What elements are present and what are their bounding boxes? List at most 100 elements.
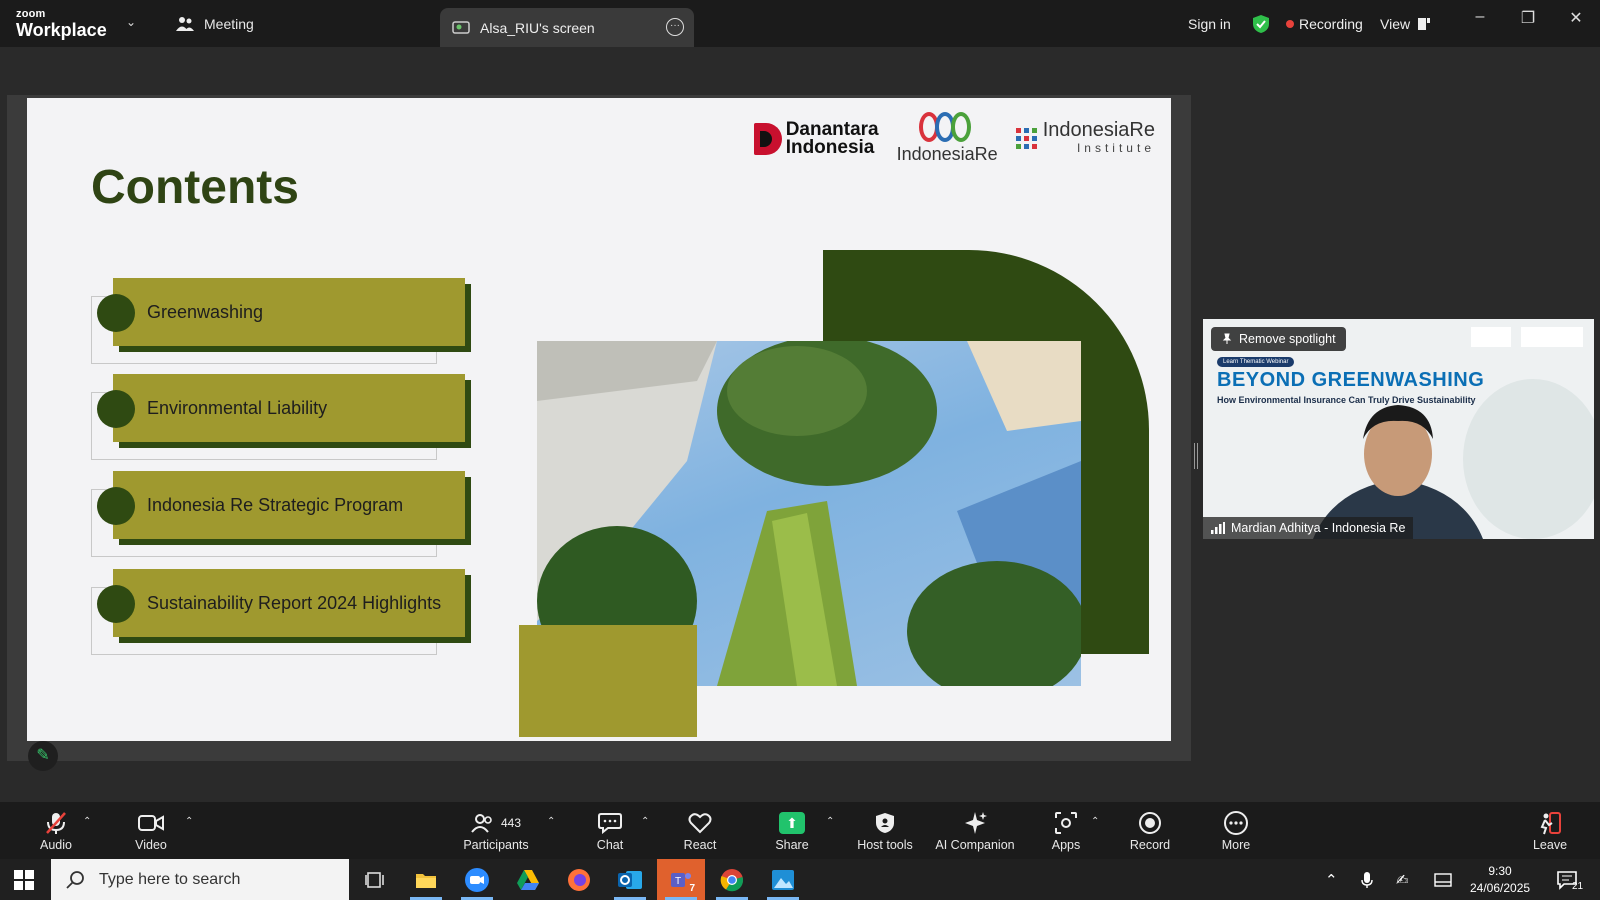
system-clock[interactable]: 9:30 24/06/2025	[1470, 863, 1530, 897]
video-options-chevron-icon[interactable]: ⌃	[185, 816, 193, 827]
notifications-icon[interactable]: 21	[1556, 859, 1583, 900]
webinar-tag: Learn Thematic Webinar	[1217, 357, 1295, 367]
heart-icon	[688, 810, 712, 836]
dot-grid-icon	[1015, 128, 1037, 149]
view-layout-icon	[1418, 18, 1431, 30]
participants-options-chevron-icon[interactable]: ⌃	[547, 816, 555, 827]
close-icon[interactable]: ✕	[1561, 8, 1591, 28]
leave-icon	[1538, 810, 1562, 836]
contents-item-label: Sustainability Report 2024 Highlights	[147, 592, 442, 613]
minimize-icon[interactable]: –	[1465, 8, 1495, 26]
share-button[interactable]: ⬆ Share	[772, 802, 812, 859]
ai-companion-button[interactable]: AI Companion	[930, 802, 1020, 859]
people-icon	[176, 17, 194, 31]
teams-icon[interactable]: T 7	[657, 859, 705, 900]
host-tools-button[interactable]: Host tools	[853, 802, 917, 859]
shield-icon	[875, 810, 895, 836]
audio-options-chevron-icon[interactable]: ⌃	[83, 816, 91, 827]
microphone-tray-icon[interactable]	[1361, 859, 1373, 900]
tab-meeting[interactable]: Meeting	[176, 12, 254, 36]
chat-button[interactable]: Chat	[590, 802, 630, 859]
contents-item-label: Greenwashing	[147, 301, 264, 322]
pen-tray-icon[interactable]: ✍	[1396, 859, 1409, 900]
recording-label: Recording	[1299, 16, 1363, 32]
contents-item: Indonesia Re Strategic Program	[91, 471, 471, 561]
react-button[interactable]: React	[680, 802, 720, 859]
share-options-chevron-icon[interactable]: ⌃	[826, 816, 834, 827]
teams-badge: 7	[689, 883, 695, 894]
chevron-down-icon[interactable]: ⌄	[126, 15, 136, 29]
more-label: More	[1221, 837, 1251, 852]
annotate-pen-icon[interactable]: ✎	[28, 741, 58, 771]
video-label: Video	[135, 837, 167, 852]
zoom-app-icon[interactable]	[453, 859, 501, 900]
svg-text:T: T	[675, 876, 681, 887]
participants-button[interactable]: 443 Participants	[458, 802, 534, 859]
tab-meeting-label: Meeting	[204, 16, 254, 32]
slide-title: Contents	[91, 161, 299, 214]
file-explorer-icon[interactable]	[402, 859, 450, 900]
more-dots-icon	[1223, 810, 1249, 836]
zoom-logo: zoom Workplace	[16, 9, 107, 40]
share-label: Share	[775, 837, 809, 852]
photos-app-icon[interactable]	[759, 859, 807, 900]
task-view-icon[interactable]	[351, 859, 399, 900]
taskbar-search-box[interactable]: Type here to search	[51, 859, 349, 900]
tab-shared-screen[interactable]: Alsa_RIU's screen ···	[440, 8, 694, 47]
record-button[interactable]: Record	[1128, 802, 1172, 859]
windows-start-icon[interactable]	[14, 870, 34, 890]
view-button[interactable]: View	[1380, 12, 1431, 36]
danantara-line2: Indonesia	[785, 136, 875, 158]
camera-icon	[138, 810, 164, 836]
apps-icon	[1054, 810, 1078, 836]
chat-options-chevron-icon[interactable]: ⌃	[641, 816, 649, 827]
tab-shared-screen-label: Alsa_RIU's screen	[480, 19, 595, 36]
contents-item: Greenwashing	[91, 278, 471, 368]
show-hidden-icons-chevron-icon[interactable]: ⌃	[1325, 859, 1338, 900]
shield-check-icon[interactable]	[1252, 12, 1270, 36]
contents-item: Environmental Liability	[91, 374, 471, 464]
more-button[interactable]: More	[1216, 802, 1256, 859]
audio-button[interactable]: Audio	[34, 802, 78, 859]
slide-logos: Danantara Indonesia IndonesiaRe Indonesi…	[753, 112, 1155, 165]
title-bar: zoom Workplace ⌄ Meeting Alsa_RIU's scre…	[0, 0, 1600, 47]
apps-button[interactable]: Apps	[1046, 802, 1086, 859]
chat-label: Chat	[596, 837, 624, 852]
leave-button[interactable]: Leave	[1530, 802, 1570, 859]
chrome-icon[interactable]	[708, 859, 756, 900]
display-tray-icon[interactable]	[1434, 859, 1452, 900]
indonesiare-institute-logo: IndonesiaRe Institute	[1015, 120, 1155, 157]
speaker-video-frame	[1203, 319, 1594, 539]
contents-item-label: Environmental Liability	[147, 397, 328, 418]
brand-large: Workplace	[16, 20, 107, 40]
sign-in-link[interactable]: Sign in	[1188, 12, 1231, 36]
institute-sub: Institute	[1076, 140, 1155, 155]
shared-slide: Contents Danantara Indonesia IndonesiaRe…	[27, 98, 1171, 741]
google-drive-icon[interactable]	[504, 859, 552, 900]
participants-count: 443	[500, 815, 522, 830]
view-label: View	[1380, 16, 1411, 32]
recording-indicator[interactable]: Recording	[1286, 12, 1363, 36]
participant-name: Mardian Adhitya - Indonesia Re	[1231, 521, 1406, 535]
participants-label: Participants	[463, 837, 529, 852]
bullet-circle	[97, 585, 135, 623]
remove-spotlight-button[interactable]: Remove spotlight	[1211, 327, 1346, 351]
participants-icon	[471, 813, 492, 833]
webinar-subtitle: How Environmental Insurance Can Truly Dr…	[1217, 395, 1476, 405]
bullet-circle	[97, 294, 135, 332]
share-arrow-icon: ⬆	[779, 811, 805, 834]
ai-companion-label: AI Companion	[935, 837, 1015, 852]
mic-muted-icon	[45, 810, 67, 836]
host-tools-label: Host tools	[857, 837, 913, 852]
bullet-circle	[97, 487, 135, 525]
spotlight-video[interactable]: Remove spotlight Learn Thematic Webinar …	[1203, 319, 1594, 539]
more-options-icon[interactable]: ···	[666, 18, 684, 36]
clock-time: 9:30	[1488, 864, 1512, 878]
restore-icon[interactable]: ❐	[1513, 8, 1543, 28]
split-resize-handle[interactable]	[1194, 443, 1198, 469]
firefox-icon[interactable]	[555, 859, 603, 900]
search-placeholder: Type here to search	[99, 870, 241, 888]
video-button[interactable]: Video	[131, 802, 171, 859]
outlook-icon[interactable]	[606, 859, 654, 900]
apps-options-chevron-icon[interactable]: ⌃	[1091, 816, 1099, 827]
